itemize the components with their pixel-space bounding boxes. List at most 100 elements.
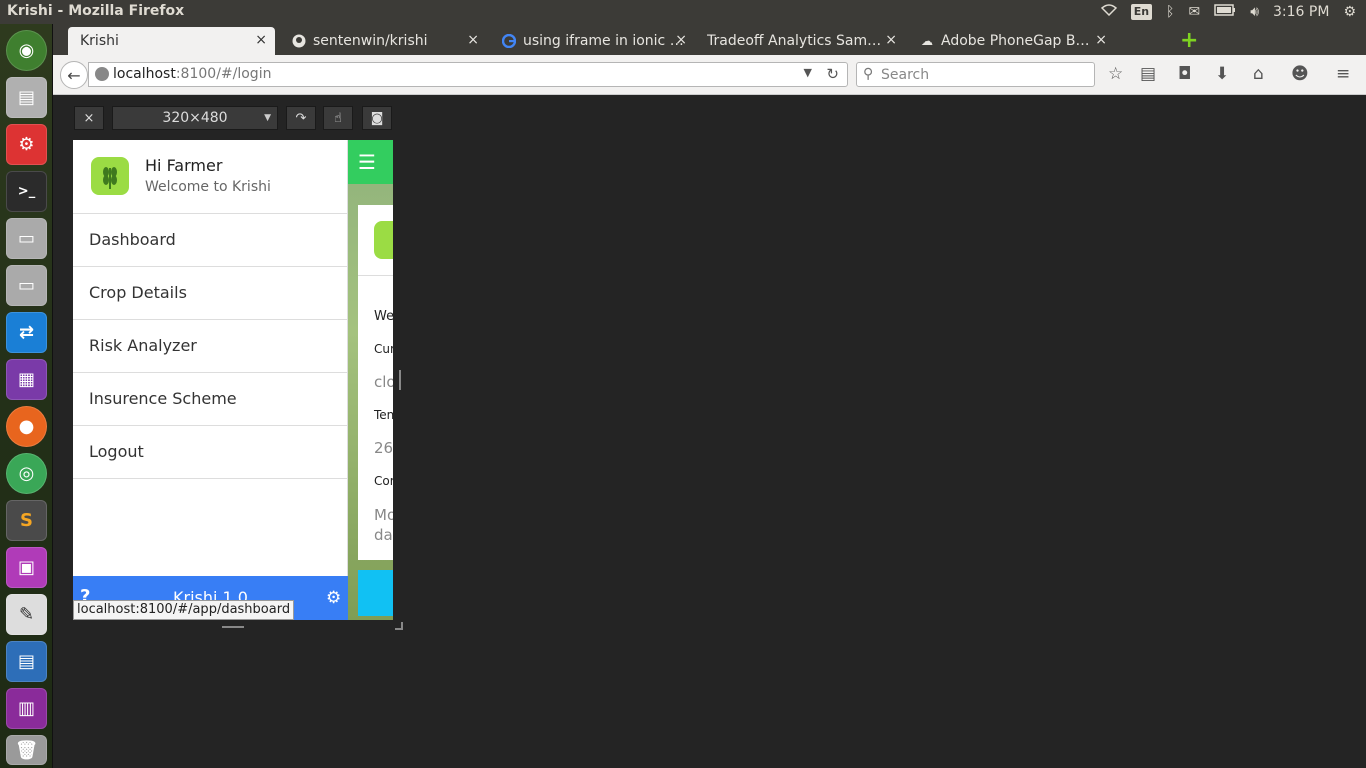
app-page: ☰ We Cur clo Ten 26 Cor Mo da bbox=[348, 140, 393, 620]
url-history-dropdown-icon[interactable]: ▼ bbox=[804, 66, 812, 79]
search-bar[interactable]: ⚲ Search bbox=[856, 62, 1095, 87]
back-button[interactable]: ← bbox=[60, 61, 88, 89]
trash-icon[interactable]: 🗑︎ bbox=[6, 735, 47, 765]
dashboard-card: We Cur clo Ten 26 Cor Mo da bbox=[358, 205, 393, 560]
remote-desktop-icon[interactable]: ▣ bbox=[6, 547, 47, 588]
tab-label: Tradeoff Analytics Sam… bbox=[707, 33, 882, 49]
wifi-icon[interactable] bbox=[1100, 0, 1117, 24]
menu-item-crop-details[interactable]: Crop Details bbox=[73, 267, 348, 320]
pocket-icon[interactable]: ◘ bbox=[1178, 64, 1191, 84]
card-value: Mo bbox=[374, 506, 393, 524]
top-panel: Krishi - Mozilla Firefox En ᛒ ✉ 🔊︎ 3:16 … bbox=[0, 0, 1366, 24]
card-value: 26 bbox=[374, 439, 393, 457]
mail-icon[interactable]: ✉ bbox=[1188, 0, 1200, 24]
url-text: localhost:8100/#/login bbox=[113, 66, 271, 82]
menu-item-insurence-scheme[interactable]: Insurence Scheme bbox=[73, 373, 348, 426]
menu-item-label: Crop Details bbox=[89, 283, 187, 302]
reload-icon[interactable]: ↻ bbox=[826, 65, 839, 83]
search-placeholder: Search bbox=[881, 67, 930, 83]
battery-icon[interactable] bbox=[1214, 0, 1236, 24]
new-tab-button[interactable]: + bbox=[1180, 28, 1198, 53]
bluetooth-icon[interactable]: ᛒ bbox=[1166, 0, 1174, 24]
video-app-icon[interactable]: ▦ bbox=[6, 359, 47, 400]
ubuntu-dash-icon[interactable]: ◉ bbox=[6, 30, 47, 71]
touch-simulation-button[interactable]: ☝ bbox=[323, 106, 353, 130]
close-responsive-button[interactable]: × bbox=[74, 106, 104, 130]
system-settings-icon[interactable]: ⚙ bbox=[6, 124, 47, 165]
menu-item-dashboard[interactable]: Dashboard bbox=[73, 214, 348, 267]
wheat-logo-icon bbox=[374, 221, 393, 259]
close-icon[interactable]: × bbox=[675, 32, 687, 48]
card-text: Cur bbox=[374, 342, 393, 356]
url-host: localhost bbox=[113, 66, 176, 82]
vertical-resize-handle[interactable] bbox=[399, 370, 401, 390]
card-action-button[interactable] bbox=[358, 570, 393, 616]
url-bar[interactable]: localhost:8100/#/login ▼ ↻ bbox=[88, 62, 848, 87]
tab-label: sentenwin/krishi bbox=[313, 33, 428, 49]
device-viewport: ☰ We Cur clo Ten 26 Cor Mo da Hi Farmer … bbox=[73, 140, 393, 620]
tab-iframe-ionic[interactable]: using iframe in ionic … × bbox=[489, 27, 695, 55]
tab-label: using iframe in ionic … bbox=[523, 33, 684, 49]
navigation-bar: ← localhost:8100/#/login ▼ ↻ ⚲ Search ☆ … bbox=[53, 55, 1366, 95]
libreoffice-impress-icon[interactable]: ▤ bbox=[6, 641, 47, 682]
divider bbox=[358, 275, 393, 276]
menu-item-label: Logout bbox=[89, 442, 144, 461]
menu-item-logout[interactable]: Logout bbox=[73, 426, 348, 479]
download-icon[interactable]: ⬇ bbox=[1215, 64, 1229, 84]
close-icon[interactable]: × bbox=[467, 32, 479, 48]
tab-sentenwin-krishi[interactable]: sentenwin/krishi × bbox=[279, 27, 487, 55]
menu-item-label: Dashboard bbox=[89, 230, 176, 249]
clock[interactable]: 3:16 PM bbox=[1273, 0, 1329, 24]
card-value: da bbox=[374, 526, 393, 544]
text-editor-icon[interactable]: ✎ bbox=[6, 594, 47, 635]
reading-list-icon[interactable]: ▤ bbox=[1140, 64, 1156, 84]
menu-item-risk-analyzer[interactable]: Risk Analyzer bbox=[73, 320, 348, 373]
teamviewer-icon[interactable]: ⇄ bbox=[6, 312, 47, 353]
firefox-icon[interactable]: ● bbox=[6, 406, 47, 447]
volume-icon[interactable]: 🔊︎ bbox=[1250, 0, 1259, 24]
chevron-down-icon: ▼ bbox=[264, 113, 271, 123]
tab-krishi[interactable]: Krishi × bbox=[68, 27, 275, 55]
bookmark-star-icon[interactable]: ☆ bbox=[1108, 64, 1123, 84]
close-icon[interactable]: × bbox=[1095, 32, 1107, 48]
camera-icon: ◙ bbox=[370, 110, 384, 126]
chrome-icon[interactable]: ◎ bbox=[6, 453, 47, 494]
hamburger-menu-icon[interactable]: ☰ bbox=[358, 152, 376, 172]
app-header: ☰ bbox=[348, 140, 393, 184]
chat-icon[interactable]: ☻ bbox=[1291, 64, 1309, 84]
card-value: clo bbox=[374, 373, 393, 391]
corner-resize-handle[interactable] bbox=[395, 622, 403, 630]
horizontal-resize-handle[interactable] bbox=[222, 626, 244, 628]
card-text: We bbox=[374, 309, 393, 324]
device-size-select[interactable]: 320×480 ▼ bbox=[112, 106, 278, 130]
settings-gear-icon[interactable]: ⚙ bbox=[1343, 0, 1356, 24]
search-icon: ⚲ bbox=[863, 66, 874, 82]
sublime-text-icon[interactable]: S bbox=[6, 500, 47, 541]
site-info-icon[interactable] bbox=[95, 67, 109, 81]
tab-adobe-phonegap[interactable]: ☁ Adobe PhoneGap B… × bbox=[907, 27, 1115, 55]
hamburger-menu-icon[interactable]: ≡ bbox=[1336, 64, 1350, 84]
phonegap-icon: ☁ bbox=[921, 34, 933, 48]
launcher: ◉ ▤ ⚙ >_ ▭ ▭ ⇄ ▦ ● ◎ S ▣ ✎ ▤ ▥ 🗑︎ bbox=[0, 24, 53, 768]
window-title: Krishi - Mozilla Firefox bbox=[7, 3, 185, 19]
disk-drive-icon-2[interactable]: ▭ bbox=[6, 265, 47, 306]
settings-gear-icon[interactable]: ⚙ bbox=[326, 588, 341, 608]
rotate-button[interactable]: ↷ bbox=[286, 106, 316, 130]
keyboard-layout-indicator[interactable]: En bbox=[1130, 4, 1153, 20]
tab-tradeoff-analytics[interactable]: Tradeoff Analytics Sam… × bbox=[695, 27, 905, 55]
archive-icon[interactable]: ▤ bbox=[6, 77, 47, 118]
terminal-icon[interactable]: >_ bbox=[6, 171, 47, 212]
wheat-logo-icon bbox=[91, 157, 129, 195]
close-icon[interactable]: × bbox=[885, 32, 897, 48]
card-text: Cor bbox=[374, 474, 393, 488]
tab-bar: Krishi × sentenwin/krishi × using iframe… bbox=[53, 24, 1366, 55]
workspace-switcher-icon[interactable]: ▥ bbox=[6, 688, 47, 729]
home-icon[interactable]: ⌂ bbox=[1253, 64, 1264, 84]
disk-drive-icon[interactable]: ▭ bbox=[6, 218, 47, 259]
screenshot-button[interactable]: ◙ bbox=[362, 106, 392, 130]
tab-label: Krishi bbox=[80, 33, 119, 49]
menu-greeting: Hi Farmer bbox=[145, 156, 223, 175]
menu-item-label: Risk Analyzer bbox=[89, 336, 197, 355]
url-path: :8100/#/login bbox=[175, 66, 272, 82]
close-icon[interactable]: × bbox=[255, 32, 267, 48]
